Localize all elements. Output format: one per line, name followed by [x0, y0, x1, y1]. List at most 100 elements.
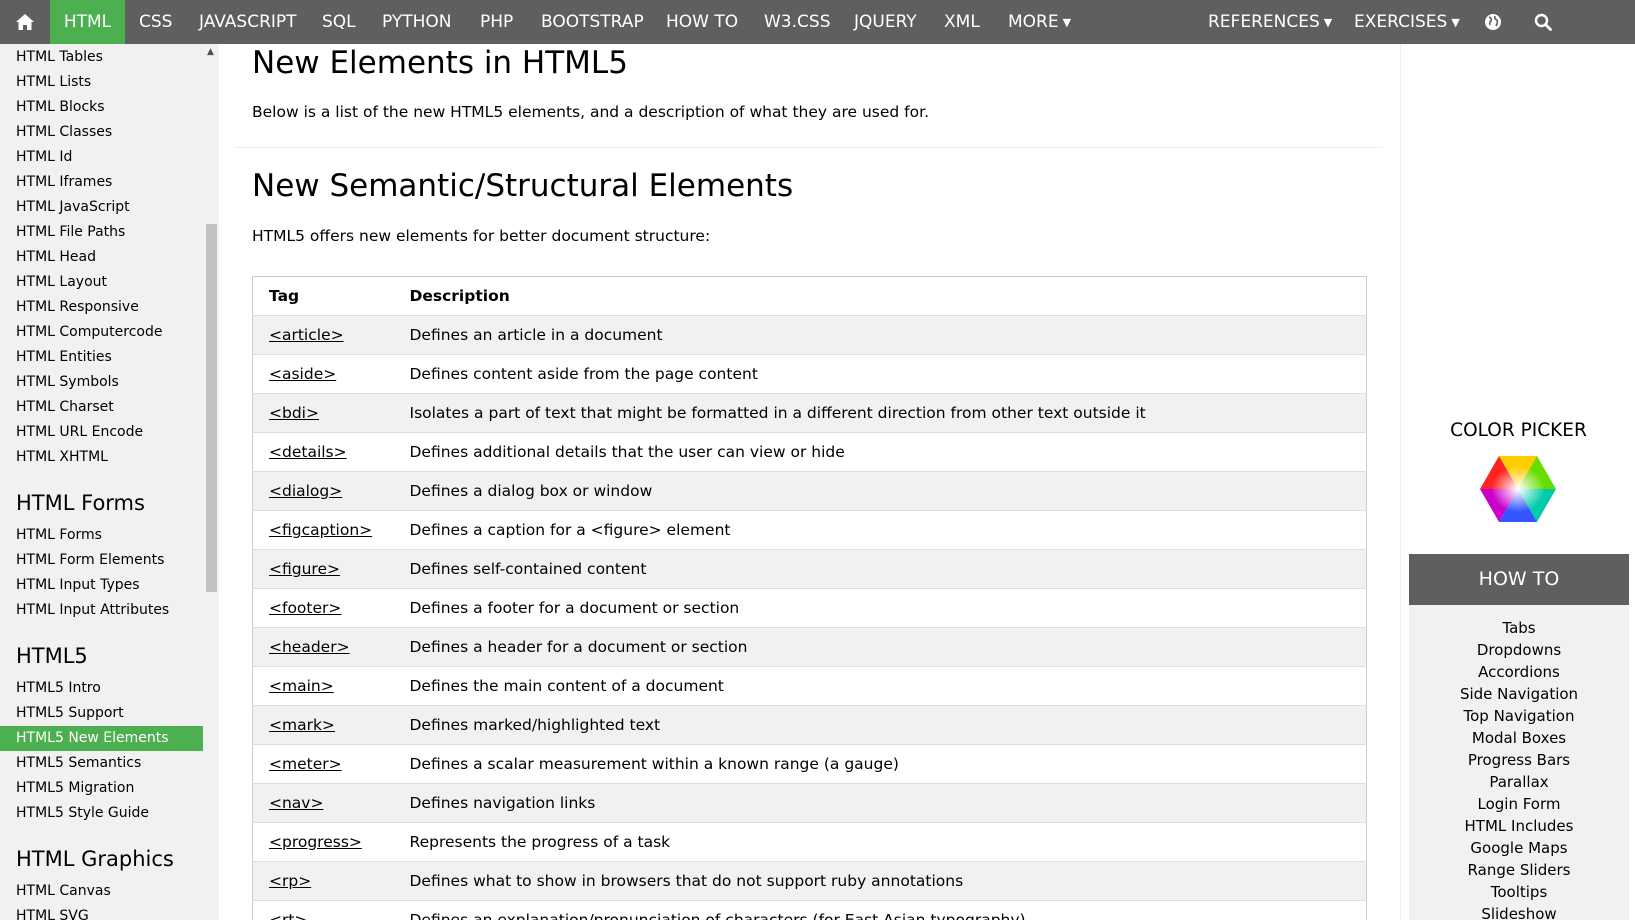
column-header-tag: Tag: [252, 276, 410, 316]
howto-link-tooltips[interactable]: Tooltips: [1409, 881, 1629, 903]
nav-references-dropdown[interactable]: REFERENCES ▼: [1208, 0, 1332, 44]
nav-w3css[interactable]: W3.CSS: [764, 0, 830, 44]
table-row: <figure> Defines self-contained content: [252, 549, 1367, 589]
howto-link-dropdowns[interactable]: Dropdowns: [1409, 639, 1629, 661]
sidebar-item-html-classes[interactable]: HTML Classes: [16, 120, 112, 145]
sidebar-item-html-form-elements[interactable]: HTML Form Elements: [16, 548, 164, 573]
nav-how-to[interactable]: HOW TO: [666, 0, 738, 44]
howto-title: HOW TO: [1409, 554, 1629, 605]
home-icon[interactable]: [0, 0, 50, 44]
tag-link[interactable]: <header>: [269, 638, 350, 656]
nav-php[interactable]: PHP: [480, 0, 513, 44]
tag-link[interactable]: <figcaption>: [269, 521, 372, 539]
howto-link-progress-bars[interactable]: Progress Bars: [1409, 749, 1629, 771]
howto-link-parallax[interactable]: Parallax: [1409, 771, 1629, 793]
nav-more-dropdown[interactable]: MORE ▼: [1008, 0, 1071, 44]
tag-link[interactable]: <meter>: [269, 755, 342, 773]
table-row: <details> Defines additional details that…: [252, 432, 1367, 472]
page-title: New Elements in HTML5: [252, 45, 628, 81]
sidebar-item-html-layout[interactable]: HTML Layout: [16, 270, 107, 295]
nav-references-label: REFERENCES: [1208, 12, 1320, 32]
tag-description: Defines a dialog box or window: [409, 471, 1367, 511]
table-row: <figcaption> Defines a caption for a <fig…: [252, 510, 1367, 550]
tag-link[interactable]: <nav>: [269, 794, 323, 812]
sidebar-item-html-input-attributes[interactable]: HTML Input Attributes: [16, 598, 169, 623]
howto-link-range-sliders[interactable]: Range Sliders: [1409, 859, 1629, 881]
sidebar-item-html-blocks[interactable]: HTML Blocks: [16, 95, 105, 120]
sidebar-item-html5-intro[interactable]: HTML5 Intro: [16, 676, 101, 701]
table-row: <bdi> Isolates a part of text that might …: [252, 393, 1367, 433]
tag-description: Defines the main content of a document: [409, 666, 1367, 706]
nav-css[interactable]: CSS: [139, 0, 172, 44]
howto-link-top-navigation[interactable]: Top Navigation: [1409, 705, 1629, 727]
sidebar-item-html-canvas[interactable]: HTML Canvas: [16, 879, 111, 904]
tag-link[interactable]: <rt>: [269, 911, 307, 920]
sidebar-item-html-url-encode[interactable]: HTML URL Encode: [16, 420, 143, 445]
sidebar-item-html5-semantics[interactable]: HTML5 Semantics: [16, 751, 141, 776]
column-header-description: Description: [409, 276, 1367, 316]
sidebar-item-html-symbols[interactable]: HTML Symbols: [16, 370, 119, 395]
howto-link-accordions[interactable]: Accordions: [1409, 661, 1629, 683]
sidebar-item-html5-new-elements[interactable]: HTML5 New Elements: [0, 726, 203, 751]
howto-link-google-maps[interactable]: Google Maps: [1409, 837, 1629, 859]
sidebar-item-html-file-paths[interactable]: HTML File Paths: [16, 220, 125, 245]
sidebar-item-html-charset[interactable]: HTML Charset: [16, 395, 114, 420]
tag-link[interactable]: <details>: [269, 443, 347, 461]
tag-link[interactable]: <main>: [269, 677, 334, 695]
sidebar-heading-html5: HTML5: [16, 644, 88, 668]
sidebar-item-html5-style-guide[interactable]: HTML5 Style Guide: [16, 801, 149, 826]
sidebar-item-html-tables[interactable]: HTML Tables: [16, 45, 103, 70]
tag-link[interactable]: <article>: [269, 326, 344, 344]
tag-link[interactable]: <mark>: [269, 716, 335, 734]
sidebar-item-html-input-types[interactable]: HTML Input Types: [16, 573, 140, 598]
sidebar-item-html-iframes[interactable]: HTML Iframes: [16, 170, 112, 195]
sidebar-item-html-entities[interactable]: HTML Entities: [16, 345, 112, 370]
right-sidebar: COLOR PICKER HOW TO Tabs Dropdowns Accor…: [1400, 44, 1635, 920]
nav-sql[interactable]: SQL: [322, 0, 356, 44]
tag-link[interactable]: <bdi>: [269, 404, 319, 422]
tag-description: Defines a footer for a document or secti…: [409, 588, 1367, 628]
nav-javascript[interactable]: JAVASCRIPT: [199, 0, 297, 44]
sidebar-item-html-forms[interactable]: HTML Forms: [16, 523, 102, 548]
table-row: <main> Defines the main content of a docu…: [252, 666, 1367, 706]
sidebar-item-html-xhtml[interactable]: HTML XHTML: [16, 445, 108, 470]
howto-link-slideshow[interactable]: Slideshow: [1409, 903, 1629, 920]
nav-bootstrap[interactable]: BOOTSTRAP: [541, 0, 644, 44]
howto-link-tabs[interactable]: Tabs: [1409, 617, 1629, 639]
sidebar-item-html-responsive[interactable]: HTML Responsive: [16, 295, 139, 320]
section-divider: [235, 147, 1383, 148]
section-intro-text: HTML5 offers new elements for better doc…: [252, 227, 711, 245]
nav-exercises-dropdown[interactable]: EXERCISES ▼: [1354, 0, 1460, 44]
howto-link-login-form[interactable]: Login Form: [1409, 793, 1629, 815]
tag-link[interactable]: <figure>: [269, 560, 340, 578]
color-hexagon-icon[interactable]: [1479, 454, 1557, 528]
tag-link[interactable]: <footer>: [269, 599, 341, 617]
tag-link[interactable]: <dialog>: [269, 482, 342, 500]
sidebar-item-html-computercode[interactable]: HTML Computercode: [16, 320, 162, 345]
tag-description: Defines additional details that the user…: [409, 432, 1367, 472]
sidebar-item-html-head[interactable]: HTML Head: [16, 245, 96, 270]
nav-html[interactable]: HTML: [50, 0, 125, 44]
howto-link-side-navigation[interactable]: Side Navigation: [1409, 683, 1629, 705]
sidebar-item-html-id[interactable]: HTML Id: [16, 145, 72, 170]
tag-link[interactable]: <aside>: [269, 365, 336, 383]
table-row: <article> Defines an article in a documen…: [252, 315, 1367, 355]
sidebar-item-html5-support[interactable]: HTML5 Support: [16, 701, 124, 726]
table-row: <meter> Defines a scalar measurement with…: [252, 744, 1367, 784]
sidebar-item-html-lists[interactable]: HTML Lists: [16, 70, 91, 95]
table-row: <dialog> Defines a dialog box or window: [252, 471, 1367, 511]
sidebar-item-html-svg[interactable]: HTML SVG: [16, 904, 89, 920]
search-icon[interactable]: [1528, 0, 1558, 44]
nav-python[interactable]: PYTHON: [382, 0, 452, 44]
tag-link[interactable]: <progress>: [269, 833, 362, 851]
sidebar-scrollbar-thumb[interactable]: [206, 224, 217, 592]
sidebar-item-html-javascript[interactable]: HTML JavaScript: [16, 195, 130, 220]
tag-link[interactable]: <rp>: [269, 872, 311, 890]
scroll-up-arrow-icon[interactable]: ▲: [207, 47, 214, 57]
globe-icon[interactable]: [1478, 0, 1508, 44]
nav-xml[interactable]: XML: [944, 0, 980, 44]
sidebar-item-html5-migration[interactable]: HTML5 Migration: [16, 776, 134, 801]
howto-link-modal-boxes[interactable]: Modal Boxes: [1409, 727, 1629, 749]
nav-jquery[interactable]: JQUERY: [854, 0, 917, 44]
howto-link-html-includes[interactable]: HTML Includes: [1409, 815, 1629, 837]
